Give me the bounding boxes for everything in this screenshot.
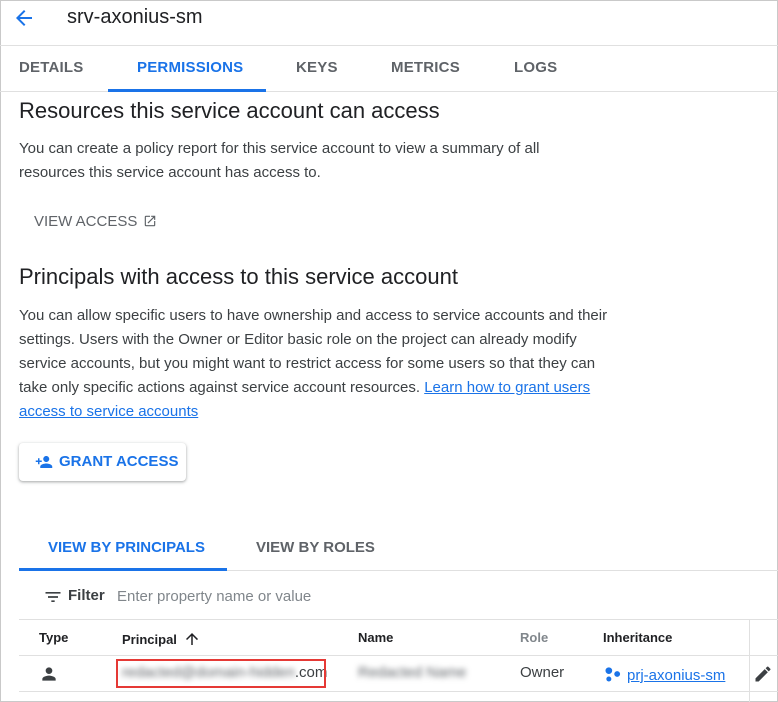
tab-permissions[interactable]: PERMISSIONS <box>137 46 243 92</box>
principals-text-line4-prefix: take only specific actions against servi… <box>19 379 425 396</box>
active-view-tab-indicator <box>19 568 227 571</box>
role-cell: Owner <box>520 664 565 681</box>
tab-logs[interactable]: LOGS <box>514 46 557 92</box>
tab-keys[interactable]: KEYS <box>296 46 338 92</box>
grant-access-button[interactable]: GRANT ACCESS <box>19 443 186 481</box>
project-icon <box>605 667 621 682</box>
highlight-annotation-box <box>116 659 326 688</box>
column-header-name: Name <box>358 630 394 645</box>
column-header-type: Type <box>39 630 69 645</box>
resources-text-line2: resources this service account has acces… <box>19 164 321 181</box>
principals-heading: Principals with access to this service a… <box>19 264 458 289</box>
view-tab-bar: VIEW BY PRINCIPALS VIEW BY ROLES <box>19 527 778 571</box>
tab-metrics[interactable]: METRICS <box>391 46 460 92</box>
person-add-icon <box>35 456 53 468</box>
inheritance-cell: prj-axonius-sm <box>603 664 725 684</box>
resources-description: You can create a policy report for this … <box>19 137 540 185</box>
filter-input[interactable] <box>117 584 537 608</box>
person-icon <box>42 667 56 681</box>
active-tab-indicator <box>108 89 266 92</box>
principals-text-line4: take only specific actions against servi… <box>19 376 607 400</box>
tab-view-by-roles[interactable]: VIEW BY ROLES <box>256 527 375 571</box>
view-access-label: VIEW ACCESS <box>34 213 138 230</box>
resources-heading: Resources this service account can acces… <box>19 98 440 123</box>
column-divider <box>749 620 750 702</box>
learn-grant-link-part1[interactable]: Learn how to grant users <box>424 379 590 396</box>
principals-text-line5: access to service accounts <box>19 400 607 424</box>
grant-access-label: GRANT ACCESS <box>59 453 179 470</box>
open-in-new-icon <box>145 215 156 227</box>
column-header-role: Role <box>520 630 549 645</box>
learn-grant-link-part2[interactable]: access to service accounts <box>19 403 198 420</box>
column-header-inheritance: Inheritance <box>603 630 673 645</box>
tab-view-by-principals[interactable]: VIEW BY PRINCIPALS <box>48 527 205 571</box>
table-header: Type Principal Name Role Inheritance <box>19 620 778 656</box>
tab-bar: DETAILS PERMISSIONS KEYS METRICS LOGS <box>0 46 778 92</box>
inheritance-project-link[interactable]: prj-axonius-sm <box>627 667 725 684</box>
filter-label: Filter <box>68 587 105 604</box>
arrow-upward-icon <box>185 633 198 645</box>
principals-text-line2: settings. Users with the Owner or Editor… <box>19 331 577 348</box>
principals-text-line3: service accounts, but you might want to … <box>19 355 596 372</box>
page-title: srv-axonius-sm <box>67 6 203 28</box>
tab-details[interactable]: DETAILS <box>19 46 83 92</box>
filter-list-icon[interactable] <box>43 587 63 607</box>
principals-description: You can allow specific users to have own… <box>19 304 607 424</box>
pencil-icon[interactable] <box>753 664 773 684</box>
view-access-button[interactable]: VIEW ACCESS <box>34 213 157 230</box>
resources-text-line1: You can create a policy report for this … <box>19 140 540 157</box>
filter-bar: Filter <box>19 572 778 620</box>
column-header-principal-label: Principal <box>122 632 177 647</box>
arrow-back-icon[interactable] <box>12 6 36 30</box>
page-header: srv-axonius-sm <box>0 0 778 46</box>
name-cell: Redacted Name <box>358 664 467 681</box>
column-header-principal[interactable]: Principal <box>122 630 201 648</box>
principals-text-line1: You can allow specific users to have own… <box>19 307 608 324</box>
